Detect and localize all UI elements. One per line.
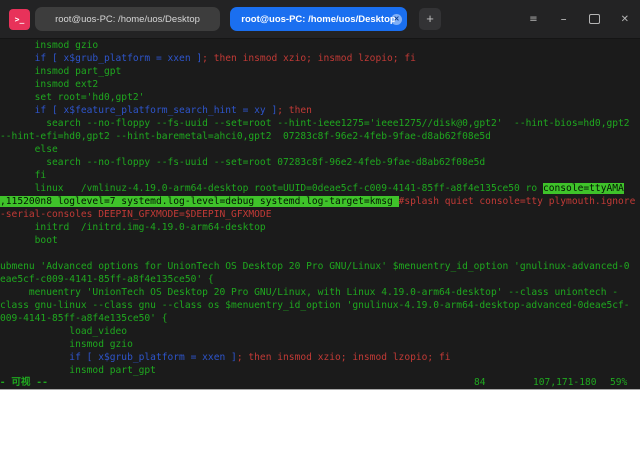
terminal-line: load_video	[0, 325, 640, 338]
code-text: -serial-consoles DEEPIN_GFXMODE=$DEEPIN_…	[0, 209, 271, 220]
tab-label: root@uos-PC: /home/uos/Desktop	[55, 14, 200, 25]
new-tab-button[interactable]: +	[419, 8, 441, 30]
statusbar-count: 84	[474, 376, 486, 389]
terminal-line: linux /vmlinuz-4.19.0-arm64-desktop root…	[0, 182, 640, 195]
terminal-line	[0, 247, 640, 260]
terminal-line: insmod gzio	[0, 338, 640, 351]
code-text: if [ x$grub_platform = xxen ]	[0, 352, 237, 363]
code-text: menuentry 'UnionTech OS Desktop 20 Pro G…	[0, 287, 618, 298]
code-text: eae5cf-c009-4141-85ff-a8f4e135ce50' {	[0, 274, 214, 285]
code-text: insmod gzio	[0, 339, 133, 350]
vim-mode-indicator: -- 可视 --	[0, 376, 48, 389]
terminal-line: menuentry 'UnionTech OS Desktop 20 Pro G…	[0, 286, 640, 299]
vim-statusbar: -- 可视 -- 84 107,171-180 59%	[0, 376, 640, 389]
terminal-line: insmod part_gpt	[0, 65, 640, 78]
code-text: boot	[0, 235, 58, 246]
terminal-line: if [ x$grub_platform = xxen ]; then insm…	[0, 351, 640, 364]
code-text: #splash quiet console=tty plymouth.ignor…	[399, 196, 636, 207]
terminal-line: if [ x$grub_platform = xxen ]; then insm…	[0, 52, 640, 65]
terminal-line: eae5cf-c009-4141-85ff-a8f4e135ce50' {	[0, 273, 640, 286]
terminal-line: 009-4141-85ff-a8f4e135ce50' {	[0, 312, 640, 325]
minimize-icon[interactable]: –	[561, 12, 567, 26]
tab-inactive[interactable]: root@uos-PC: /home/uos/Desktop	[35, 7, 220, 31]
code-text: search --no-floppy --fs-uuid --set=root …	[0, 157, 485, 168]
statusbar-ruler: 107,171-180	[533, 376, 597, 389]
code-text: load_video	[0, 326, 127, 337]
code-text: --hint-efi=hd0,gpt2 --hint-baremetal=ahc…	[0, 131, 491, 142]
code-text: insmod ext2	[0, 79, 98, 90]
close-icon[interactable]: ✕	[621, 14, 629, 25]
terminal-line: search --no-floppy --fs-uuid --set=root …	[0, 117, 640, 130]
terminal-line: class gnu-linux --class gnu --class os $…	[0, 299, 640, 312]
code-text: insmod part_gpt	[0, 365, 156, 376]
code-text: ; then insmod xzio; insmod lzopio; fi	[237, 352, 451, 363]
statusbar-scroll-percent: 59%	[610, 376, 627, 389]
terminal-line: boot	[0, 234, 640, 247]
terminal-line: --hint-efi=hd0,gpt2 --hint-baremetal=ahc…	[0, 130, 640, 143]
code-text: insmod part_gpt	[0, 66, 121, 77]
code-text: linux /vmlinuz-4.19.0-arm64-desktop root…	[0, 183, 543, 194]
code-text: 009-4141-85ff-a8f4e135ce50' {	[0, 313, 168, 324]
tab-label: root@uos-PC: /home/uos/Desktop	[241, 14, 395, 25]
titlebar: >_ root@uos-PC: /home/uos/Desktop root@u…	[0, 0, 640, 39]
code-text: ubmenu 'Advanced options for UnionTech O…	[0, 261, 630, 272]
code-text: initrd /initrd.img-4.19.0-arm64-desktop	[0, 222, 266, 233]
code-text: ; then insmod xzio; insmod lzopio; fi	[202, 53, 416, 64]
code-text: fi	[0, 170, 46, 181]
code-text: else	[0, 144, 58, 155]
desktop-strip	[0, 389, 640, 401]
terminal-line: ubmenu 'Advanced options for UnionTech O…	[0, 260, 640, 273]
terminal-line: else	[0, 143, 640, 156]
tab-close-icon[interactable]: ✕	[391, 14, 402, 25]
menu-icon[interactable]: ≡	[529, 14, 537, 25]
code-text: search --no-floppy --fs-uuid --set=root …	[0, 118, 635, 129]
code-text: ; then	[277, 105, 312, 116]
code-text: set root='hd0,gpt2'	[0, 92, 144, 103]
terminal-line: -serial-consoles DEEPIN_GFXMODE=$DEEPIN_…	[0, 208, 640, 221]
code-text: class gnu-linux --class gnu --class os $…	[0, 300, 630, 311]
selected-text: console=ttyAMA	[543, 183, 624, 194]
terminal-app-icon: >_	[9, 9, 30, 30]
terminal-line: initrd /initrd.img-4.19.0-arm64-desktop	[0, 221, 640, 234]
selected-text: ,115200n8 loglevel=7 systemd.log-level=d…	[0, 196, 399, 207]
terminal-line: insmod gzio	[0, 39, 640, 52]
terminal-line: search --no-floppy --fs-uuid --set=root …	[0, 156, 640, 169]
terminal-line: ,115200n8 loglevel=7 systemd.log-level=d…	[0, 195, 640, 208]
terminal-line: fi	[0, 169, 640, 182]
code-text: if [ x$feature_platform_search_hint = xy…	[0, 105, 277, 116]
maximize-icon[interactable]	[589, 14, 600, 24]
terminal-line: if [ x$feature_platform_search_hint = xy…	[0, 104, 640, 117]
window-controls: ≡ – ✕	[529, 0, 640, 38]
terminal-line: insmod ext2	[0, 78, 640, 91]
code-text: insmod gzio	[0, 40, 98, 51]
terminal-window: >_ root@uos-PC: /home/uos/Desktop root@u…	[0, 0, 640, 389]
terminal-line: set root='hd0,gpt2'	[0, 91, 640, 104]
terminal-content[interactable]: insmod gzio if [ x$grub_platform = xxen …	[0, 38, 640, 378]
code-text: if [ x$grub_platform = xxen ]	[0, 53, 202, 64]
tab-active[interactable]: root@uos-PC: /home/uos/Desktop ✕	[230, 7, 407, 31]
